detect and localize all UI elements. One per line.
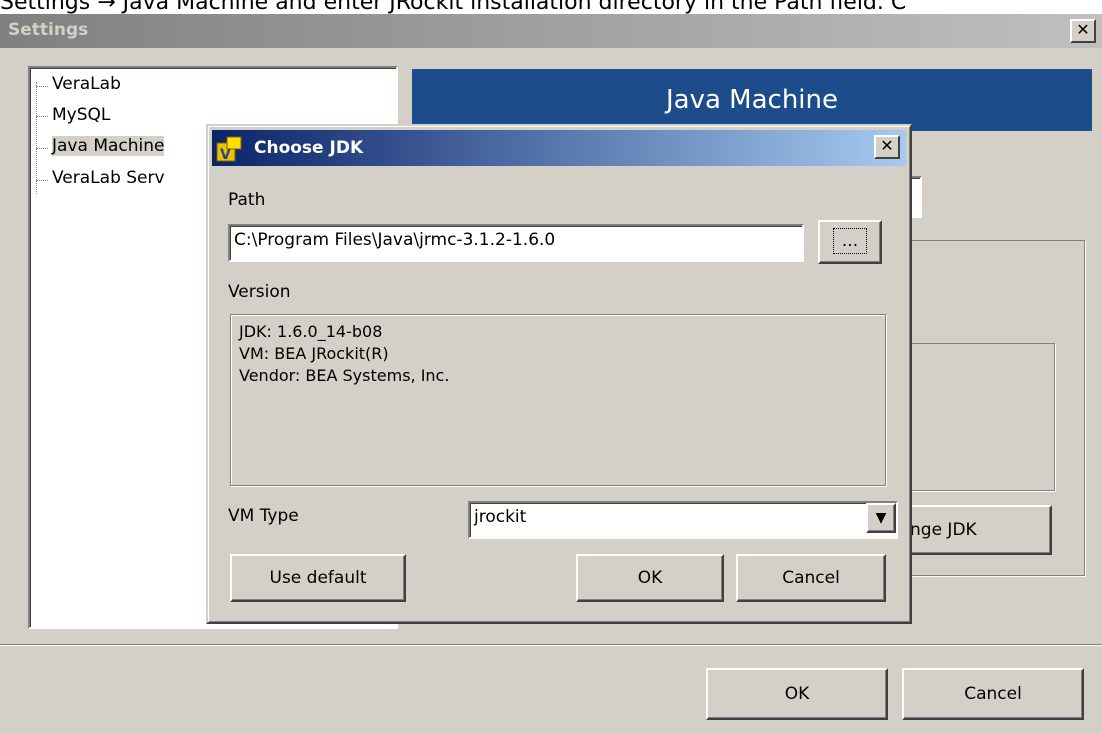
background-inner-groupbox	[900, 343, 1055, 491]
svg-text:V: V	[220, 147, 231, 163]
version-info-box: JDK: 1.6.0_14-b08 VM: BEA JRockit(R) Ven…	[230, 314, 886, 486]
vm-type-label: VM Type	[228, 506, 299, 526]
settings-close-button[interactable]: ✕	[1070, 19, 1096, 43]
java-machine-header: Java Machine	[412, 69, 1092, 131]
close-icon: ✕	[1076, 20, 1090, 39]
close-icon: ✕	[880, 136, 894, 155]
veralab-app-icon: V	[216, 135, 246, 163]
tree-item-java-machine[interactable]: Java Machine	[52, 136, 165, 156]
use-default-button[interactable]: Use default	[230, 554, 406, 602]
footer-divider	[0, 644, 1102, 646]
tree-item-veralab-server[interactable]: VeraLab Serv	[52, 168, 165, 188]
chevron-down-icon[interactable]: ▼	[866, 503, 896, 533]
choose-jdk-dialog: V Choose JDK ✕ Path C:\Program Files\Jav…	[206, 124, 912, 624]
browse-button[interactable]: ...	[818, 220, 882, 264]
caption-text: Settings → Java Machine and enter JRocki…	[0, 0, 1102, 14]
dialog-ok-button[interactable]: OK	[576, 554, 724, 602]
dialog-title: Choose JDK	[254, 138, 364, 158]
version-line-jdk: JDK: 1.6.0_14-b08	[239, 322, 383, 341]
version-line-vm: VM: BEA JRockit(R)	[239, 344, 389, 363]
dialog-titlebar: V Choose JDK ✕	[212, 130, 906, 166]
dialog-cancel-button[interactable]: Cancel	[736, 554, 886, 602]
version-label: Version	[228, 282, 291, 302]
tree-connector	[36, 82, 37, 194]
version-line-vendor: Vendor: BEA Systems, Inc.	[239, 366, 450, 385]
vm-type-select[interactable]: jrockit ▼	[468, 501, 898, 539]
settings-titlebar: Settings ✕	[0, 14, 1102, 48]
settings-cancel-button[interactable]: Cancel	[902, 668, 1084, 720]
settings-title: Settings	[8, 20, 89, 40]
path-label: Path	[228, 190, 266, 210]
dialog-close-button[interactable]: ✕	[874, 135, 900, 159]
tree-item-mysql[interactable]: MySQL	[52, 105, 110, 125]
settings-ok-button[interactable]: OK	[706, 668, 888, 720]
path-input[interactable]: C:\Program Files\Java\jrmc-3.1.2-1.6.0	[228, 224, 804, 262]
change-jdk-button[interactable]: nge JDK	[900, 505, 1052, 555]
tree-item-veralab[interactable]: VeraLab	[52, 74, 121, 94]
